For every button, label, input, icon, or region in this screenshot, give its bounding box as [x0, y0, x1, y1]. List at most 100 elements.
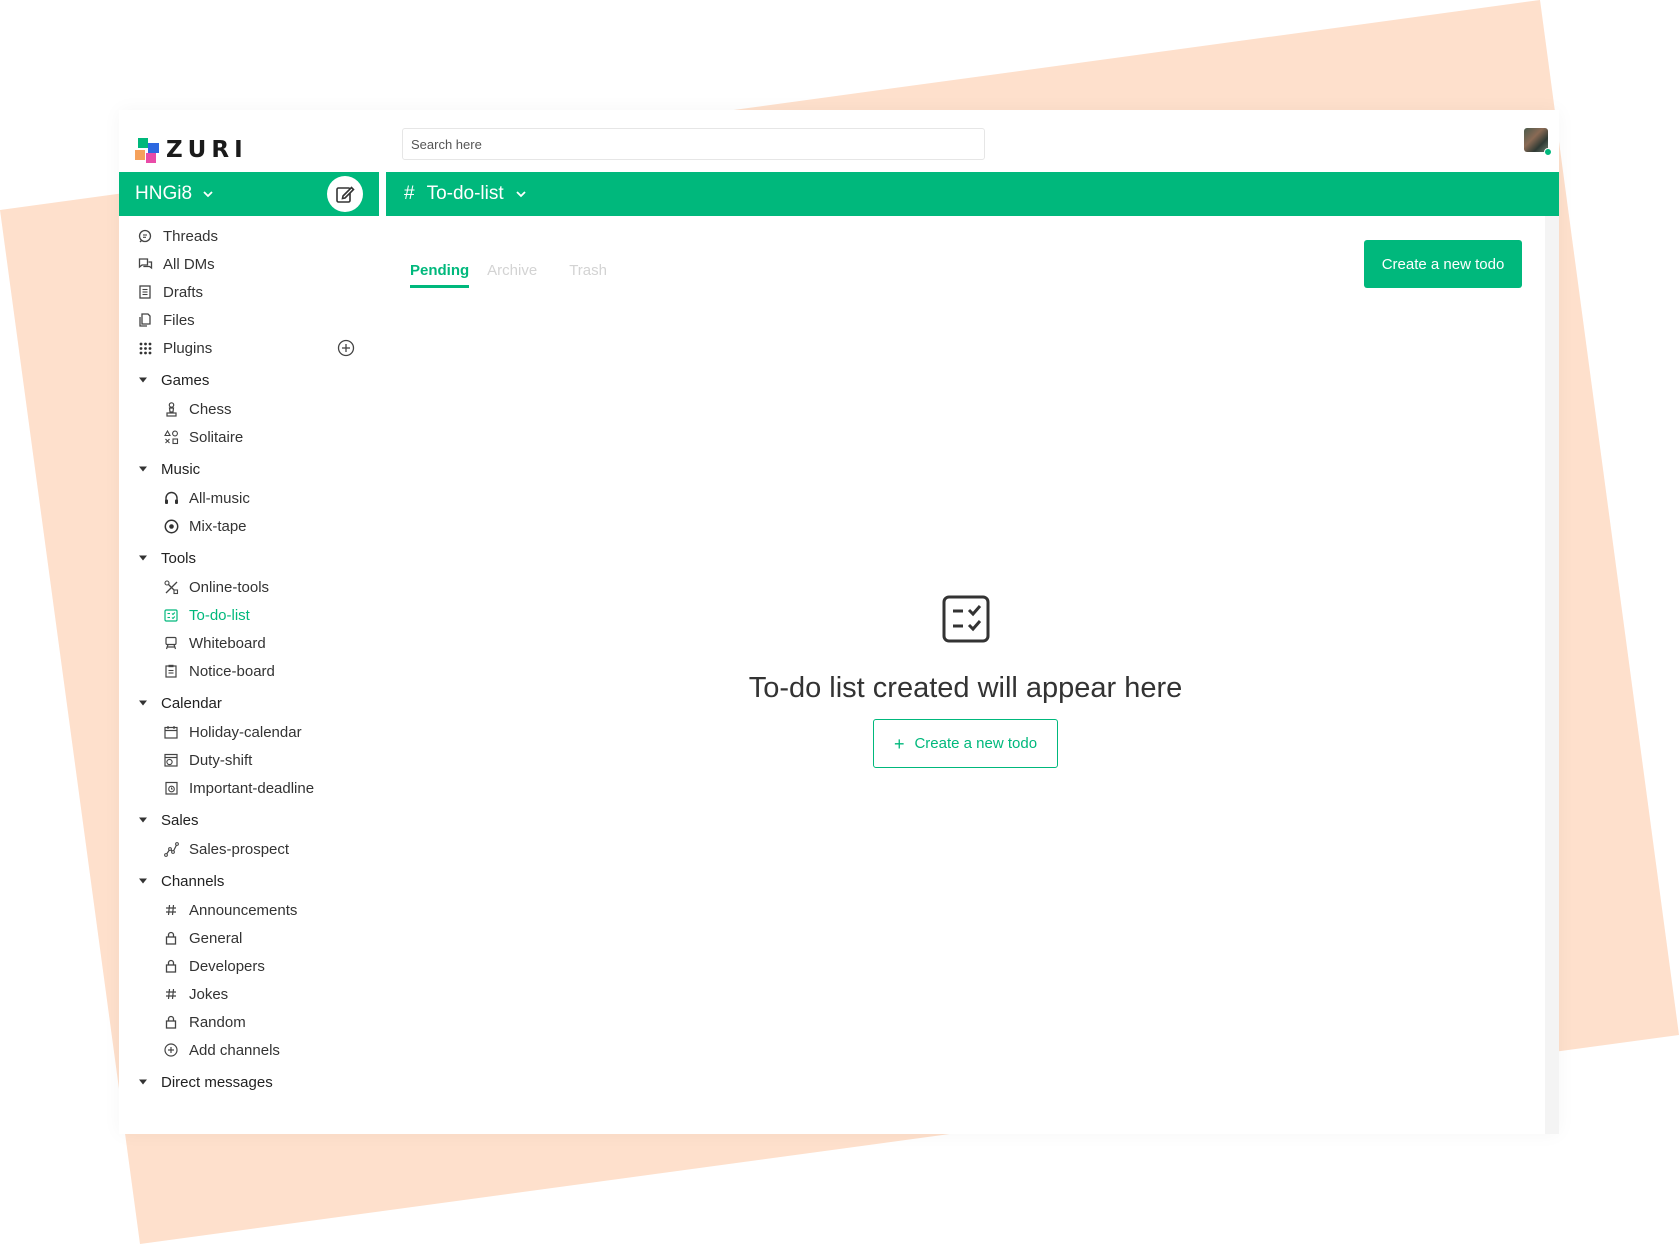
sidebar-item-important-deadline[interactable]: Important-deadline — [119, 774, 379, 802]
sidebar-item-announcements[interactable]: Announcements — [119, 896, 379, 924]
section-sales[interactable]: Sales — [119, 805, 379, 835]
logo-text: ZURI — [166, 137, 248, 163]
sidebar-item-label: To-do-list — [189, 606, 250, 624]
sidebar-item-label: Sales-prospect — [189, 840, 290, 858]
chess-pawn-icon — [163, 401, 179, 417]
tools-icon — [163, 579, 179, 595]
sidebar-item-mix-tape[interactable]: Mix-tape — [119, 512, 379, 540]
create-todo-button[interactable]: Create a new todo — [1364, 240, 1522, 288]
sidebar-item-label: Online-tools — [189, 578, 270, 596]
channel-name[interactable]: To-do-list — [427, 183, 504, 205]
todo-tabs: Pending Archive Trash — [410, 262, 625, 288]
sidebar-item-online-tools[interactable]: Online-tools — [119, 573, 379, 601]
app-window: ZURI HNGi8 Threads All DMs Drafts Files … — [119, 110, 1559, 1134]
caret-down-icon — [138, 876, 148, 886]
sidebar-item-chess[interactable]: Chess — [119, 395, 379, 423]
sidebar-item-label: Mix-tape — [189, 517, 247, 535]
plus-circle-icon — [163, 1042, 179, 1058]
sidebar-item-duty-shift[interactable]: Duty-shift — [119, 746, 379, 774]
sidebar-item-whiteboard[interactable]: Whiteboard — [119, 629, 379, 657]
caret-down-icon — [138, 1077, 148, 1087]
sidebar-item-label: All DMs — [163, 255, 215, 273]
caret-down-icon — [138, 375, 148, 385]
sidebar-item-label: Announcements — [189, 901, 298, 919]
add-channels-button[interactable]: Add channels — [119, 1036, 379, 1064]
sidebar-item-label: Whiteboard — [189, 634, 266, 652]
calendar-clock-icon — [163, 752, 179, 768]
section-title: Channels — [161, 872, 225, 890]
sidebar-item-label: Threads — [163, 227, 219, 245]
channel-header: # To-do-list — [386, 172, 1559, 216]
section-title: Music — [161, 460, 201, 478]
sidebar-item-notice-board[interactable]: Notice-board — [119, 657, 379, 685]
search-input[interactable] — [402, 128, 985, 160]
sidebar-item-all-dms[interactable]: All DMs — [119, 250, 379, 278]
sidebar-item-general[interactable]: General — [119, 924, 379, 952]
shapes-icon — [163, 429, 179, 445]
document-icon — [137, 284, 153, 300]
sidebar-item-label: Developers — [189, 957, 265, 975]
sidebar-item-label: Chess — [189, 400, 232, 418]
hash-icon: # — [404, 183, 415, 204]
sidebar-item-label: Add channels — [189, 1041, 280, 1059]
plus-icon: + — [893, 733, 905, 754]
scrollbar-track[interactable] — [1545, 216, 1559, 1134]
sidebar-item-holiday-calendar[interactable]: Holiday-calendar — [119, 718, 379, 746]
edit-square-icon — [336, 186, 355, 203]
section-title: Direct messages — [161, 1073, 273, 1091]
hash-icon — [163, 986, 179, 1002]
sidebar-item-label: All-music — [189, 489, 250, 507]
sidebar-item-jokes[interactable]: Jokes — [119, 980, 379, 1008]
sidebar-item-all-music[interactable]: All-music — [119, 484, 379, 512]
sidebar-item-label: Duty-shift — [189, 751, 253, 769]
section-title: Sales — [161, 811, 199, 829]
sidebar-item-drafts[interactable]: Drafts — [119, 278, 379, 306]
chevron-down-icon[interactable] — [202, 188, 214, 200]
button-label: Create a new todo — [914, 735, 1038, 752]
sidebar-item-label: Files — [163, 311, 195, 329]
section-title: Games — [161, 371, 210, 389]
compose-button[interactable] — [327, 176, 363, 212]
checklist-icon — [163, 607, 179, 623]
caret-down-icon — [138, 698, 148, 708]
sidebar-item-random[interactable]: Random — [119, 1008, 379, 1036]
tab-pending[interactable]: Pending — [410, 262, 470, 288]
tab-trash[interactable]: Trash — [569, 262, 607, 288]
online-status-dot — [1544, 148, 1552, 156]
chart-line-icon — [163, 841, 179, 857]
sidebar-item-solitaire[interactable]: Solitaire — [119, 423, 379, 451]
section-music[interactable]: Music — [119, 454, 379, 484]
avatar[interactable] — [1524, 128, 1552, 156]
sidebar-item-threads[interactable]: Threads — [119, 222, 379, 250]
section-title: Calendar — [161, 694, 222, 712]
create-todo-outline-button[interactable]: + Create a new todo — [873, 719, 1058, 768]
grid-dots-icon — [137, 340, 153, 356]
sidebar-item-label: Jokes — [189, 985, 229, 1003]
section-channels[interactable]: Channels — [119, 866, 379, 896]
sidebar-item-to-do-list[interactable]: To-do-list — [119, 601, 379, 629]
chevron-down-icon[interactable] — [515, 188, 527, 200]
clipboard-icon — [163, 663, 179, 679]
deadline-icon — [163, 780, 179, 796]
sidebar-item-files[interactable]: Files — [119, 306, 379, 334]
sidebar-item-developers[interactable]: Developers — [119, 952, 379, 980]
empty-state-message: To-do list created will appear here — [748, 672, 1183, 704]
workspace-name[interactable]: HNGi8 — [135, 183, 192, 205]
sidebar-item-label: Random — [189, 1013, 246, 1031]
lock-icon — [163, 1014, 179, 1030]
section-tools[interactable]: Tools — [119, 543, 379, 573]
sidebar-item-label: Drafts — [163, 283, 204, 301]
sidebar-item-label: General — [189, 929, 243, 947]
add-plugin-icon[interactable] — [337, 339, 355, 357]
sidebar-item-label: Important-deadline — [189, 779, 315, 797]
sidebar-item-label: Holiday-calendar — [189, 723, 302, 741]
tab-archive[interactable]: Archive — [487, 262, 537, 288]
sidebar-item-label: Solitaire — [189, 428, 244, 446]
sidebar-item-sales-prospect[interactable]: Sales-prospect — [119, 835, 379, 863]
workspace-bar: HNGi8 — [119, 172, 379, 216]
section-calendar[interactable]: Calendar — [119, 688, 379, 718]
section-games[interactable]: Games — [119, 365, 379, 395]
logo[interactable]: ZURI — [135, 135, 248, 165]
section-direct-messages[interactable]: Direct messages — [119, 1067, 379, 1097]
sidebar-item-plugins[interactable]: Plugins — [119, 334, 379, 362]
